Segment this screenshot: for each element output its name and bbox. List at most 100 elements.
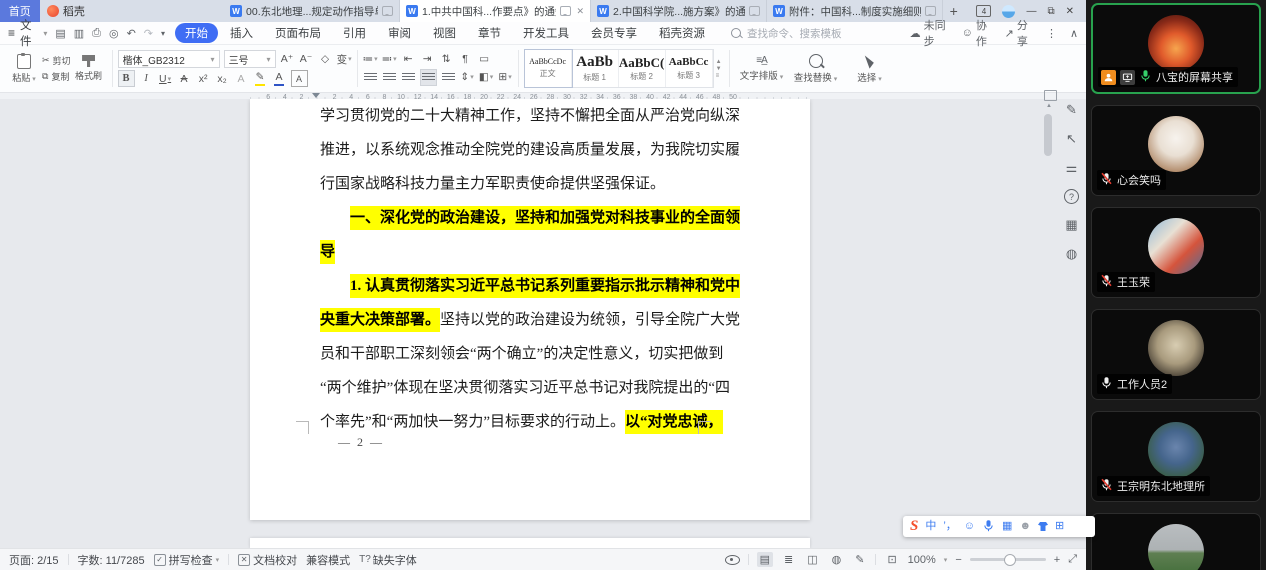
font-size-select[interactable]: 三号▾ xyxy=(224,50,276,68)
menu-tab-开始[interactable]: 开始 xyxy=(175,23,218,43)
menu-tab-开发工具[interactable]: 开发工具 xyxy=(513,23,579,43)
save-icon[interactable]: ▤ xyxy=(55,27,65,40)
menu-tab-会员专享[interactable]: 会员专享 xyxy=(581,23,647,43)
docer-tab[interactable]: 稻壳 xyxy=(40,0,93,22)
align-right-button[interactable] xyxy=(401,70,416,85)
strikethrough-button[interactable]: A xyxy=(177,71,192,86)
font-name-select[interactable]: 楷体_GB2312▾ xyxy=(118,50,220,68)
two-page-view-icon[interactable]: ◫ xyxy=(804,552,820,567)
align-center-button[interactable] xyxy=(382,70,397,85)
pen-view-icon[interactable]: ✎ xyxy=(852,552,867,567)
annotate-pen-icon[interactable]: ✎ xyxy=(1066,102,1077,118)
format-painter-button[interactable]: 格式刷 xyxy=(71,47,107,90)
menu-tab-引用[interactable]: 引用 xyxy=(333,23,376,43)
weather-icon[interactable] xyxy=(1002,5,1015,18)
participant-tile[interactable]: 八宝的屏幕共享 xyxy=(1091,3,1261,94)
zoom-out-button[interactable]: − xyxy=(955,554,961,566)
zoom-in-button[interactable]: + xyxy=(1054,554,1060,566)
justify-button[interactable] xyxy=(420,69,437,86)
document-tab[interactable]: W1.中共中国科...作要点》的通知✕ xyxy=(400,0,591,22)
ruler-toggle-button[interactable]: ▭ xyxy=(477,52,492,67)
ime-emoji-icon[interactable]: ☺ xyxy=(964,521,975,532)
command-search[interactable]: 查找命令、搜索模板 xyxy=(731,26,910,41)
minimize-button[interactable]: — xyxy=(1026,6,1036,17)
menu-tab-稻壳资源[interactable]: 稻壳资源 xyxy=(649,23,715,43)
shading-button[interactable]: ◧▾ xyxy=(479,70,494,85)
ime-keyboard-icon[interactable]: ▦ xyxy=(1002,521,1012,532)
undo-icon[interactable]: ↶ xyxy=(127,27,136,40)
file-menu[interactable]: 文件 xyxy=(20,17,38,49)
underline-button[interactable]: U▾ xyxy=(158,71,173,86)
find-replace-button[interactable]: 查找替换 ▾ xyxy=(789,47,843,90)
copy-button[interactable]: ⧉复制 xyxy=(42,70,71,83)
ime-mic-icon[interactable] xyxy=(982,519,995,535)
zoom-level[interactable]: 100% xyxy=(908,554,936,566)
lightbulb-icon[interactable]: ◍ xyxy=(1066,246,1077,262)
proofread-button[interactable]: ✕ 文档校对 xyxy=(238,552,297,568)
hamburger-icon[interactable]: ≡ xyxy=(8,26,15,40)
show-marks-button[interactable]: ¶ xyxy=(458,52,473,67)
superscript-button[interactable]: x² xyxy=(196,71,211,86)
style-gallery-scroll[interactable]: ▲▼≡ xyxy=(714,47,724,90)
menu-tab-视图[interactable]: 视图 xyxy=(423,23,466,43)
page-view-icon[interactable]: ▤ xyxy=(757,552,773,567)
word-count[interactable]: 字数: 11/7285 xyxy=(78,552,145,568)
zoom-slider-knob[interactable] xyxy=(1004,554,1016,566)
highlight-color-button[interactable]: ✎ xyxy=(253,71,268,86)
typeset-button[interactable]: ≡A̲ 文字排版 ▾ xyxy=(735,47,789,90)
ime-account-icon[interactable]: ☻ xyxy=(1019,521,1031,532)
shrink-font-button[interactable]: A⁻ xyxy=(299,52,314,67)
pointer-cursor-icon[interactable]: ↖ xyxy=(1066,131,1077,147)
spell-check-button[interactable]: ✓ 拼写检查▾ xyxy=(154,552,220,568)
missing-font-button[interactable]: T? 缺失字体 xyxy=(359,552,417,568)
ime-toolbox-icon[interactable]: ⊞ xyxy=(1055,521,1064,532)
export-icon[interactable]: ▥ xyxy=(74,27,84,40)
sort-button[interactable]: ⇅ xyxy=(439,52,454,67)
print-preview-icon[interactable]: ◎ xyxy=(109,27,119,40)
vertical-scrollbar-thumb[interactable] xyxy=(1044,114,1052,156)
eye-protect-icon[interactable] xyxy=(725,555,740,565)
participant-tile[interactable]: 心会笑吗 xyxy=(1091,105,1261,196)
subscript-button[interactable]: x₂ xyxy=(215,71,230,86)
tab-list-icon[interactable]: 4 xyxy=(976,5,991,17)
style-正文[interactable]: AaBbCcDc正文 xyxy=(525,50,572,87)
borders-button[interactable]: ⊞▾ xyxy=(498,70,513,85)
redo-icon[interactable]: ↷ xyxy=(144,27,153,40)
participant-tile[interactable]: 王宗明东北地理所 xyxy=(1091,411,1261,502)
align-left-button[interactable] xyxy=(363,70,378,85)
web-view-icon[interactable]: ◍ xyxy=(829,552,845,567)
font-color-button[interactable]: A xyxy=(272,71,287,86)
bullet-list-button[interactable]: ≔▾ xyxy=(363,52,378,67)
help-circle-icon[interactable]: ? xyxy=(1064,189,1079,204)
collapse-ribbon-icon[interactable]: ∧ xyxy=(1070,27,1078,40)
collaborate-button[interactable]: ☺协作 xyxy=(962,17,992,49)
quickbar-caret-icon[interactable]: ▾ xyxy=(161,29,165,38)
scroll-up-icon[interactable]: ▲ xyxy=(1046,103,1052,109)
menu-tab-插入[interactable]: 插入 xyxy=(220,23,263,43)
cut-button[interactable]: ✂剪切 xyxy=(42,54,71,67)
close-button[interactable]: ✕ xyxy=(1066,6,1074,17)
zoom-caret-icon[interactable]: ▾ xyxy=(944,556,948,564)
line-spacing-button[interactable]: ⇕▾ xyxy=(460,70,475,85)
participant-tile[interactable]: 工作人员2 xyxy=(1091,309,1261,400)
document-tab[interactable]: W附件：中国科...制度实施细则 xyxy=(767,0,943,22)
paste-button[interactable]: 粘贴 ▾ xyxy=(6,47,42,90)
participant-tile[interactable]: 王玉荣 xyxy=(1091,207,1261,298)
grow-font-button[interactable]: A⁺ xyxy=(280,52,295,67)
tab-close-icon[interactable]: ✕ xyxy=(575,6,585,17)
menu-tab-页面布局[interactable]: 页面布局 xyxy=(265,23,331,43)
ruler-corner-icon[interactable] xyxy=(1044,90,1057,101)
outline-view-icon[interactable]: ≣ xyxy=(781,552,796,567)
document-page[interactable]: 学习贯彻党的二十大精神工作，坚持不懈把全面从严治党向纵深推进，以系统观念推动全院… xyxy=(250,99,810,520)
fullscreen-icon[interactable]: ⤢ xyxy=(1068,553,1077,566)
sogou-logo-icon[interactable]: S xyxy=(910,518,918,535)
share-button[interactable]: ↗分享 xyxy=(1005,17,1033,49)
style-标题 3[interactable]: AaBbCc标题 3 xyxy=(666,50,713,87)
text-effects-button[interactable]: 变▾ xyxy=(337,52,352,67)
select-button[interactable]: 选择 ▾ xyxy=(843,47,897,90)
file-caret-icon[interactable]: ▾ xyxy=(43,29,47,38)
ime-skin-icon[interactable] xyxy=(1038,522,1048,531)
screenshot-edit-icon[interactable]: ▦ xyxy=(1065,217,1077,233)
fit-page-icon[interactable]: ⊡ xyxy=(884,552,899,567)
char-border-button[interactable]: A xyxy=(291,70,308,87)
